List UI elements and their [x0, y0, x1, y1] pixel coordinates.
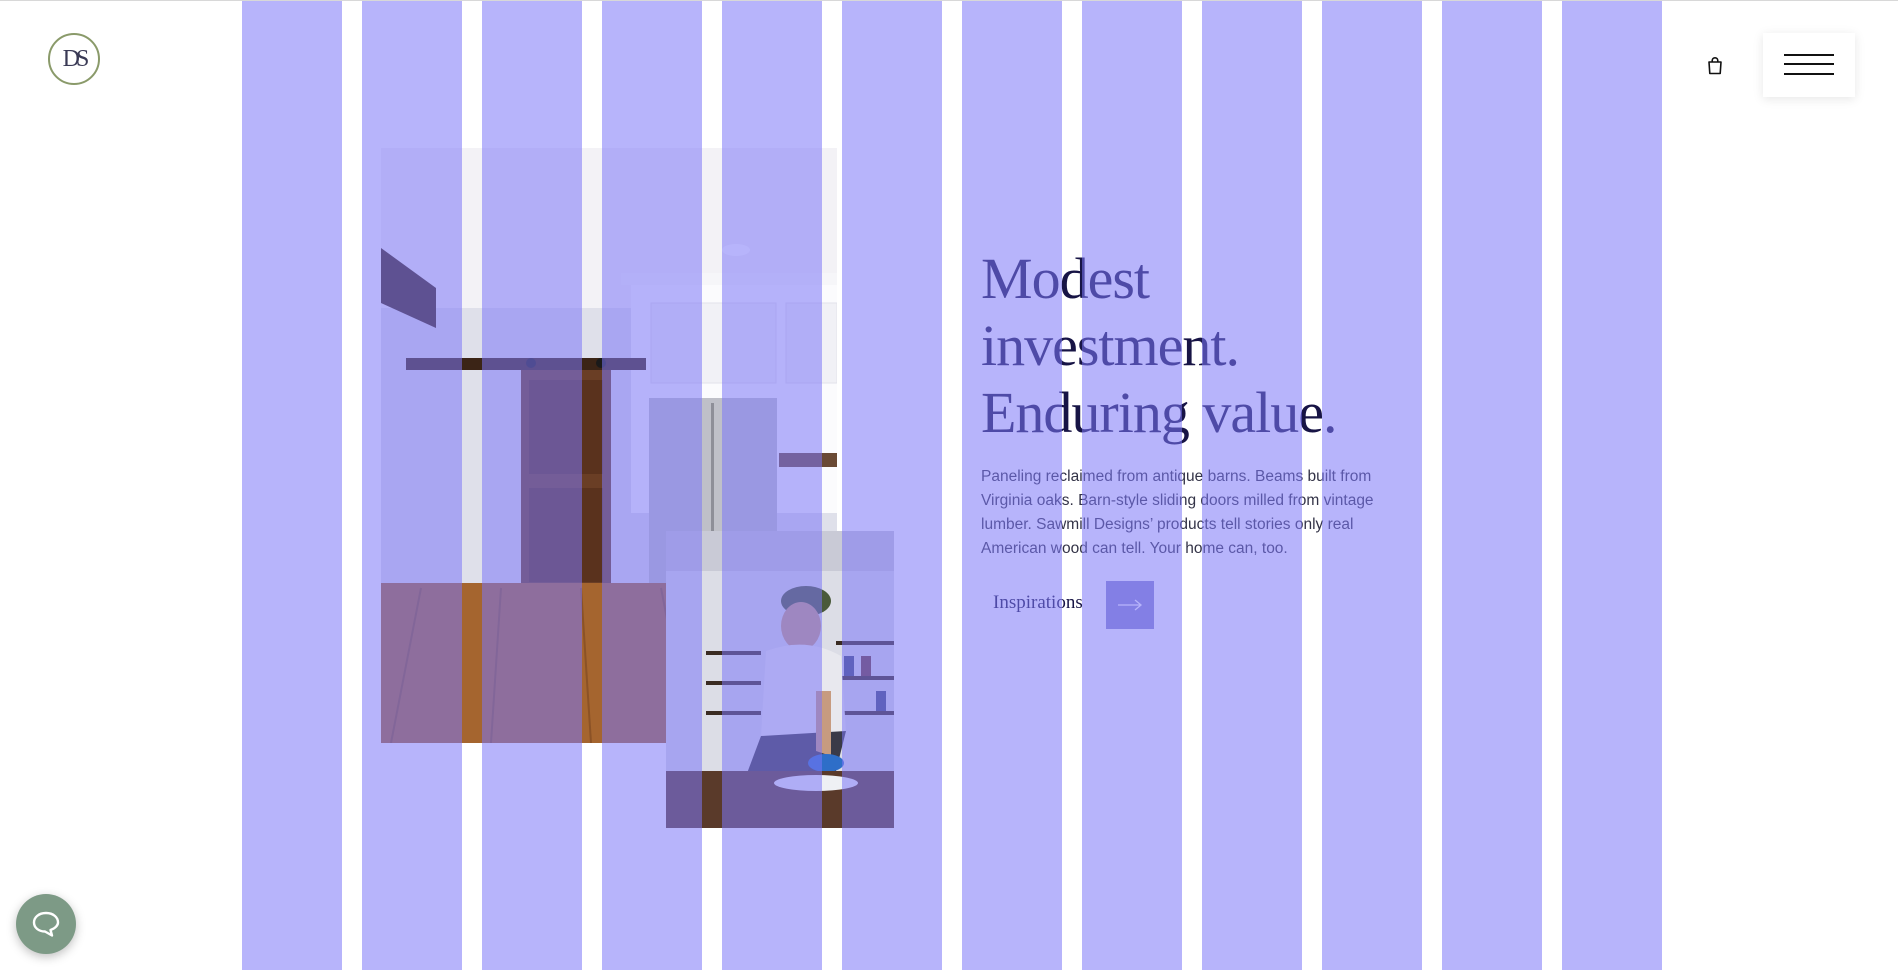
arrow-right-icon	[1118, 599, 1143, 611]
hero-title-line: Modest	[981, 246, 1150, 311]
craftsman-wiping-table-photo	[666, 531, 894, 828]
chat-bubble-icon	[32, 911, 60, 937]
shopping-bag-icon[interactable]	[1705, 56, 1725, 76]
top-border	[0, 0, 1898, 1]
grid-overlay-column	[242, 1, 342, 970]
inspirations-link[interactable]: Inspirations	[993, 592, 1083, 614]
inspirations-arrow-button[interactable]	[1106, 581, 1154, 629]
logo-monogram: DS	[62, 45, 90, 72]
hamburger-bar	[1784, 63, 1834, 65]
grid-overlay-column	[1442, 1, 1542, 970]
menu-button[interactable]	[1763, 33, 1855, 97]
hero-title-line: investment.	[981, 313, 1240, 378]
hamburger-menu-icon	[1784, 54, 1834, 56]
hamburger-bar	[1784, 73, 1834, 75]
site-logo[interactable]: DS	[48, 33, 100, 85]
hero-title-line: Enduring value.	[981, 380, 1337, 445]
grid-overlay-column	[1562, 1, 1662, 970]
hero-description: Paneling reclaimed from antique barns. B…	[981, 468, 1374, 557]
hero-title: Modest investment. Enduring value.	[981, 245, 1421, 446]
live-chat-button[interactable]	[16, 894, 76, 954]
